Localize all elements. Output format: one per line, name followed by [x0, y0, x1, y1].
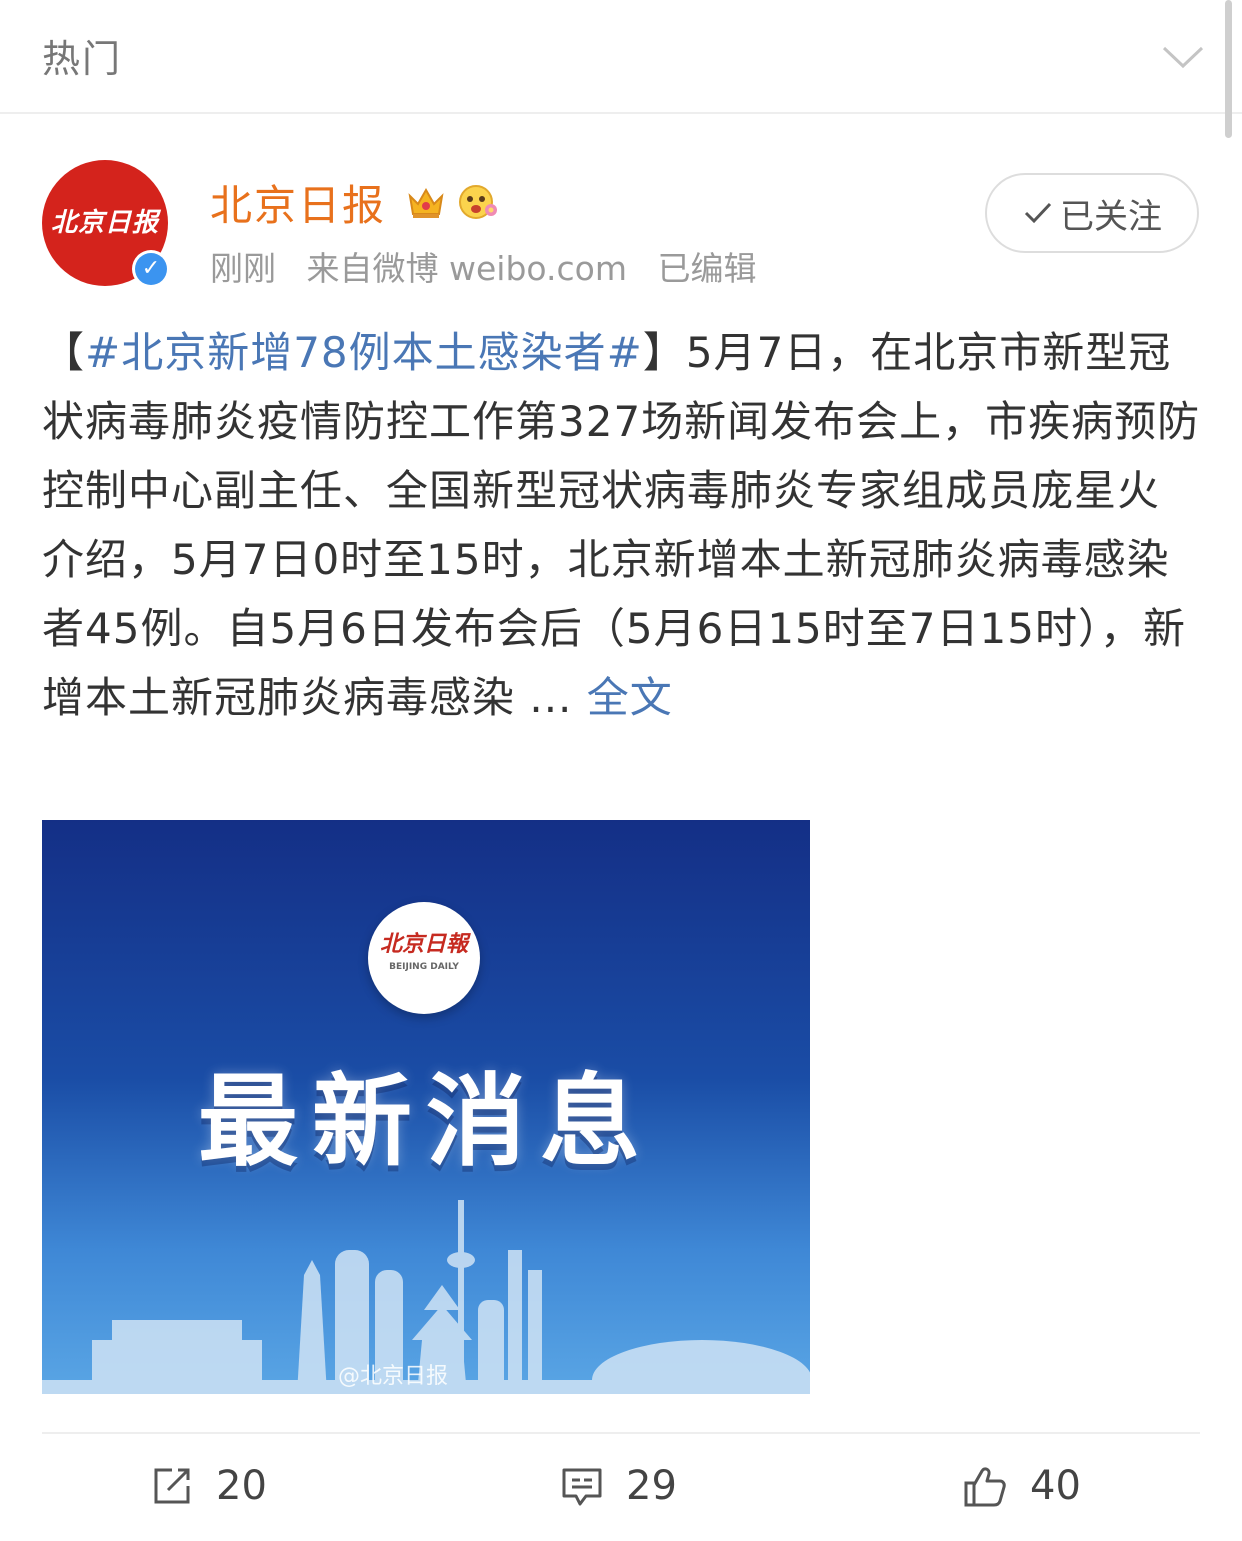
post-source: 来自微博 weibo.com [306, 249, 627, 288]
crown-badge-icon[interactable] [404, 180, 448, 224]
header-title: 热门 [42, 37, 123, 81]
like-button[interactable]: 40 [962, 1458, 1081, 1514]
topic-link[interactable]: #北京新增78例本土感染者# [85, 328, 643, 377]
bracket-open: 【 [42, 328, 86, 377]
post-text: 【#北京新增78例本土感染者#】5月7日，在北京市新型冠状病毒肺炎疫情防控工作第… [42, 318, 1202, 732]
comment-count: 29 [626, 1463, 677, 1509]
image-logo-cn: 北京日報 [379, 931, 468, 957]
repost-icon [154, 1468, 190, 1504]
top-header: 热门 [0, 0, 1242, 114]
image-logo: 北京日報 BEIJING DAILY [368, 902, 480, 1014]
bracket-close: 】 [642, 328, 686, 377]
image-watermark: @北京日报 [338, 1364, 449, 1389]
post-image[interactable]: 北京日報 BEIJING DAILY 最新消息 @北京日报 [42, 820, 810, 1394]
follow-label: 已关注 [1060, 196, 1162, 237]
scrollbar[interactable] [1225, 0, 1232, 138]
avatar[interactable]: 北京日报 ✓ [42, 160, 170, 288]
comment-icon [562, 1468, 602, 1506]
post-time: 刚刚 [210, 249, 276, 288]
comment-button[interactable]: 29 [560, 1458, 677, 1514]
repost-button[interactable]: 20 [150, 1458, 267, 1514]
username[interactable]: 北京日报 [210, 172, 386, 233]
post-body: 5月7日，在北京市新型冠状病毒肺炎疫情防控工作第327场新闻发布会上，市疾病预防… [42, 328, 1201, 722]
fulltext-link[interactable]: 全文 [587, 673, 673, 722]
post-meta: 刚刚 来自微博 weibo.com 已编辑 [210, 242, 776, 290]
chevron-down-icon[interactable] [1160, 38, 1206, 74]
emoji-badge-icon[interactable] [456, 180, 500, 224]
like-count: 40 [1030, 1463, 1081, 1509]
follow-button[interactable]: 已关注 [985, 173, 1199, 253]
image-title: 最新消息 [198, 1063, 654, 1180]
post-edited: 已编辑 [657, 249, 757, 288]
image-logo-en: BEIJING DAILY [389, 962, 459, 972]
divider [42, 1432, 1200, 1434]
check-icon [1024, 202, 1052, 224]
verified-icon: ✓ [132, 250, 170, 288]
thumbs-up-icon [964, 1467, 1006, 1507]
repost-count: 20 [216, 1463, 267, 1509]
